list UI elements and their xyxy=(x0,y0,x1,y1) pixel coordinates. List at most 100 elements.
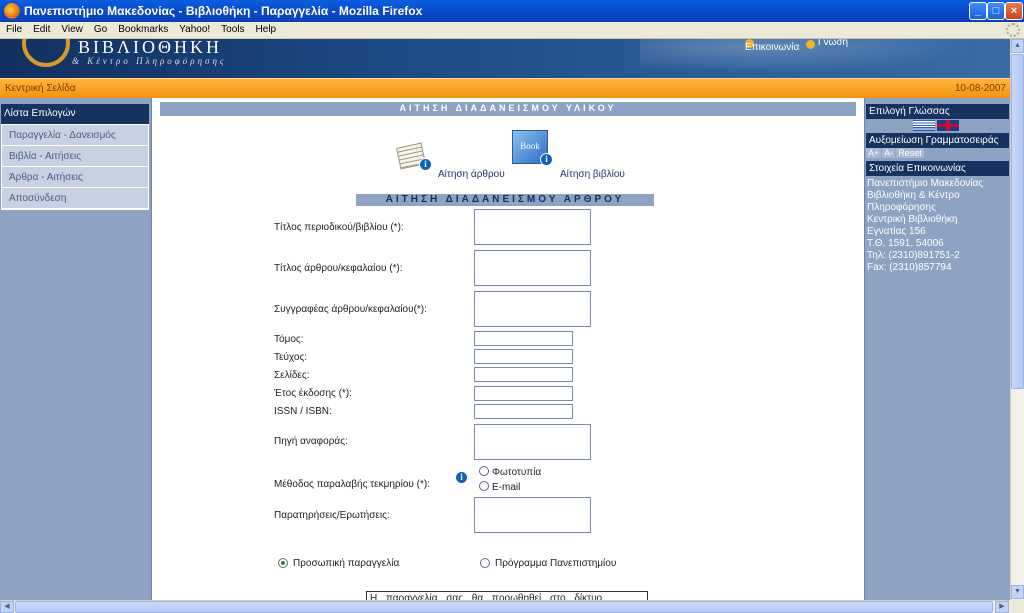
menu-tools[interactable]: Tools xyxy=(215,22,249,35)
source-label: Πηγή αναφοράς: xyxy=(274,436,348,447)
left-menu: Παραγγελία - Δανεισμός Βιβλία - Αιτήσεις… xyxy=(1,124,149,210)
throbber-icon xyxy=(1006,23,1020,37)
menu-file[interactable]: File xyxy=(0,22,27,35)
delivery-email-radio[interactable] xyxy=(479,481,489,491)
menu-yahoo[interactable]: Yahoo! xyxy=(173,22,215,35)
uk-flag-icon[interactable] xyxy=(937,120,959,131)
year-field[interactable] xyxy=(474,386,573,401)
menu-bar: File Edit View Go Bookmarks Yahoo! Tools Help xyxy=(0,22,1024,39)
menu-bookmarks[interactable]: Bookmarks xyxy=(112,22,173,35)
language-title: Επιλογή Γλώσσας xyxy=(866,104,1009,119)
info-icon: i xyxy=(419,158,432,171)
year-label: Έτος έκδοσης (*): xyxy=(274,388,352,399)
sidebar-item-logout[interactable]: Αποσύνδεση xyxy=(2,188,148,209)
font-reset-button[interactable]: Reset xyxy=(896,148,924,158)
article-request-link[interactable]: Αίτηση άρθρου xyxy=(438,169,505,180)
maximize-button[interactable]: □ xyxy=(987,2,1005,20)
page-title: ΑΙΤΗΣΗ ΔΙΑΔΑΝΕΙΣΜΟΥ ΥΛΙΚΟΥ xyxy=(160,102,856,116)
journal-title-label: Τίτλος περιοδικού/βιβλίου (*): xyxy=(274,222,404,233)
menu-go[interactable]: Go xyxy=(88,22,112,35)
menu-edit[interactable]: Edit xyxy=(27,22,55,35)
author-field[interactable] xyxy=(474,291,591,327)
scroll-down-arrow-icon[interactable]: ▼ xyxy=(1011,585,1024,599)
author-label: Συγγραφέας άρθρου/κεφαλαίου(*): xyxy=(274,304,427,315)
scroll-up-arrow-icon[interactable]: ▲ xyxy=(1011,39,1024,53)
font-increase-button[interactable]: A+ xyxy=(866,148,882,158)
window-titlebar: Πανεπιστήμιο Μακεδονίας - Βιβλιοθήκη - Π… xyxy=(0,0,1024,22)
close-button[interactable]: × xyxy=(1005,2,1023,20)
window-title: Πανεπιστήμιο Μακεδονίας - Βιβλιοθήκη - Π… xyxy=(24,4,423,18)
volume-field[interactable] xyxy=(474,331,573,346)
contact-line: Τηλ: (2310)891751-2 xyxy=(867,250,960,261)
issue-label: Τεύχος: xyxy=(274,352,308,363)
delivery-info-icon[interactable]: i xyxy=(455,471,468,484)
scroll-left-arrow-icon[interactable]: ◀ xyxy=(0,601,14,613)
left-menu-title: Λίστα Επιλογών xyxy=(1,104,149,124)
horizontal-scrollbar[interactable]: ◀ ▶ xyxy=(0,600,1010,613)
nav-knowledge-link[interactable]: Γνωση xyxy=(818,39,848,48)
university-program-label: Πρόγραμμα Πανεπιστημίου xyxy=(495,558,617,569)
current-date: 10-08-2007 xyxy=(954,83,1006,94)
horizontal-scroll-thumb[interactable] xyxy=(15,601,993,613)
pages-field[interactable] xyxy=(474,367,573,382)
notes-label: Παρατηρήσεις/Ερωτήσεις: xyxy=(274,510,390,521)
firefox-icon xyxy=(4,3,20,19)
greek-flag-icon[interactable] xyxy=(913,120,935,131)
info-icon: i xyxy=(540,153,553,166)
article-title-field[interactable] xyxy=(474,250,591,286)
personal-order-radio[interactable] xyxy=(278,558,288,568)
issn-label: ISSN / ISBN: xyxy=(274,406,332,417)
home-link[interactable]: Κεντρική Σελίδα xyxy=(5,83,76,94)
delivery-photocopy-radio[interactable] xyxy=(479,466,489,476)
breadcrumb-bar: Κεντρική Σελίδα 10-08-2007 xyxy=(0,78,1010,98)
contact-line: Fax: (2310)857794 xyxy=(867,262,952,273)
article-request-icon[interactable]: i xyxy=(395,141,432,171)
vertical-scrollbar[interactable]: ▲ ▼ xyxy=(1010,39,1024,600)
sidebar-item-order-loan[interactable]: Παραγγελία - Δανεισμός xyxy=(2,125,148,146)
sidebar-item-books-requests[interactable]: Βιβλία - Αιτήσεις xyxy=(2,146,148,167)
pages-label: Σελίδες: xyxy=(274,370,310,381)
delivery-method-label: Μέθοδος παραλαβής τεκμηρίου (*): xyxy=(274,479,430,490)
menu-view[interactable]: View xyxy=(55,22,88,35)
font-decrease-button[interactable]: A- xyxy=(882,148,896,158)
volume-label: Τόμος: xyxy=(274,334,304,345)
contact-line: Βιβλιοθήκη & Κέντρο xyxy=(867,190,960,201)
contact-title: Στοιχεία Επικοινωνίας xyxy=(866,161,1009,176)
contact-line: Εγνατίας 156 xyxy=(867,226,926,237)
issue-field[interactable] xyxy=(474,349,573,364)
left-sidebar: Λίστα Επιλογών Παραγγελία - Δανεισμός Βι… xyxy=(0,98,152,600)
section-title: ΑΙΤΗΣΗ ΔΙΑΔΑΝΕΙΣΜΟΥ ΑΡΘΡΟΥ xyxy=(356,194,654,206)
book-request-link[interactable]: Αίτηση βιβλίου xyxy=(560,169,625,180)
logo-subtitle: & Κέντρο Πληροφόρησης xyxy=(72,56,227,66)
font-size-controls: A+ A- Reset xyxy=(866,148,1009,160)
delivery-photocopy-label: Φωτοτυπία xyxy=(492,467,542,478)
personal-order-label: Προσωπική παραγγελία xyxy=(293,558,400,569)
language-flags xyxy=(913,120,959,131)
article-title-label: Τίτλος άρθρου/κεφαλαίου (*): xyxy=(274,263,403,274)
scroll-corner xyxy=(1010,600,1024,613)
right-sidebar: Επιλογή Γλώσσας Αυξομείωση Γραμματοσειρά… xyxy=(864,98,1010,600)
menu-help[interactable]: Help xyxy=(250,22,282,35)
library-logo-icon xyxy=(22,39,70,67)
delivery-email-label: E-mail xyxy=(492,482,521,493)
university-program-radio[interactable] xyxy=(480,558,490,568)
journal-title-field[interactable] xyxy=(474,209,591,245)
font-size-title: Αυξομείωση Γραμματοσειράς xyxy=(866,133,1009,148)
vertical-scroll-thumb[interactable] xyxy=(1011,54,1024,389)
knowledge-dot-icon xyxy=(806,40,815,49)
source-field[interactable] xyxy=(474,424,591,460)
contact-line: Τ.Θ. 1591, 54006 xyxy=(867,238,944,249)
contact-line: Κεντρική Βιβλιοθήκη xyxy=(867,214,958,225)
contact-line: Πανεπιστήμιο Μακεδονίας xyxy=(867,178,984,189)
contact-line: Πληροφόρησης xyxy=(867,202,936,213)
sidebar-item-articles-requests[interactable]: Άρθρα - Αιτήσεις xyxy=(2,167,148,188)
main-content: ΑΙΤΗΣΗ ΔΙΑΔΑΝΕΙΣΜΟΥ ΥΛΙΚΟΥ i Αίτηση άρθρ… xyxy=(152,98,864,603)
minimize-button[interactable]: _ xyxy=(969,2,987,20)
contact-info: Πανεπιστήμιο Μακεδονίας Βιβλιοθήκη & Κέν… xyxy=(867,178,1009,274)
book-request-icon[interactable]: Book i xyxy=(512,130,553,168)
nav-contact-link[interactable]: Επικοινωνία xyxy=(745,42,799,53)
notes-field[interactable] xyxy=(474,497,591,533)
scroll-right-arrow-icon[interactable]: ▶ xyxy=(995,601,1009,613)
site-banner: ΒΙΒΛΙΟΘΗΚΗ & Κέντρο Πληροφόρησης Επικοιν… xyxy=(0,39,1010,78)
issn-field[interactable] xyxy=(474,404,573,419)
